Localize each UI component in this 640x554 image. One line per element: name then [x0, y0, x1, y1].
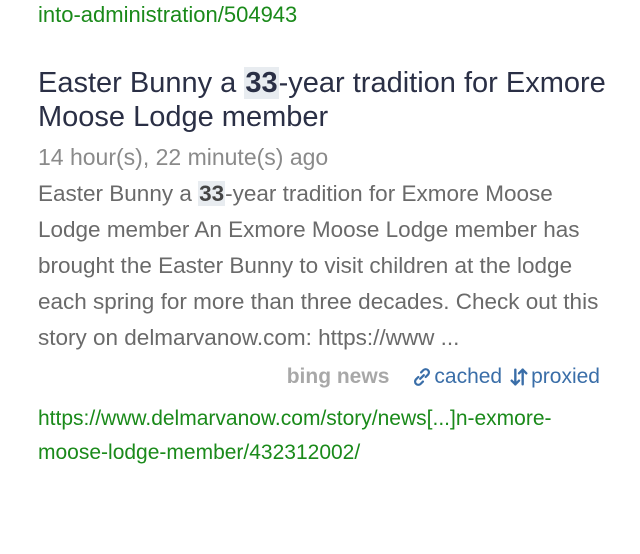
sort-arrows-icon: [508, 366, 530, 388]
search-result: Easter Bunny a 33-year tradition for Exm…: [38, 66, 618, 470]
result-url[interactable]: https://www.delmarvanow.com/story/news[.…: [38, 402, 618, 470]
snippet-pre: Easter Bunny a: [38, 181, 199, 206]
previous-result-url[interactable]: into-administration/504943: [38, 0, 297, 30]
snippet-highlight: 33: [198, 181, 226, 206]
cached-label[interactable]: cached: [434, 365, 502, 389]
result-timestamp: 14 hour(s), 22 minute(s) ago: [38, 144, 329, 170]
proxied-label[interactable]: proxied: [531, 365, 600, 389]
proxied-link[interactable]: proxied: [508, 365, 600, 389]
link-icon: [411, 366, 433, 388]
result-title-pre[interactable]: Easter Bunny a: [38, 67, 244, 99]
result-snippet: Easter Bunny a 33-year tradition for Exm…: [38, 176, 618, 356]
result-title-highlight[interactable]: 33: [244, 67, 279, 99]
cached-link[interactable]: cached: [411, 365, 502, 389]
result-source: bing news: [286, 365, 390, 388]
result-title[interactable]: Easter Bunny a 33-year tradition for Exm…: [38, 66, 618, 134]
result-meta: bing news cached proxied: [38, 360, 618, 394]
snippet-post: -year tradition for Exmore Moose Lodge m…: [38, 181, 599, 350]
